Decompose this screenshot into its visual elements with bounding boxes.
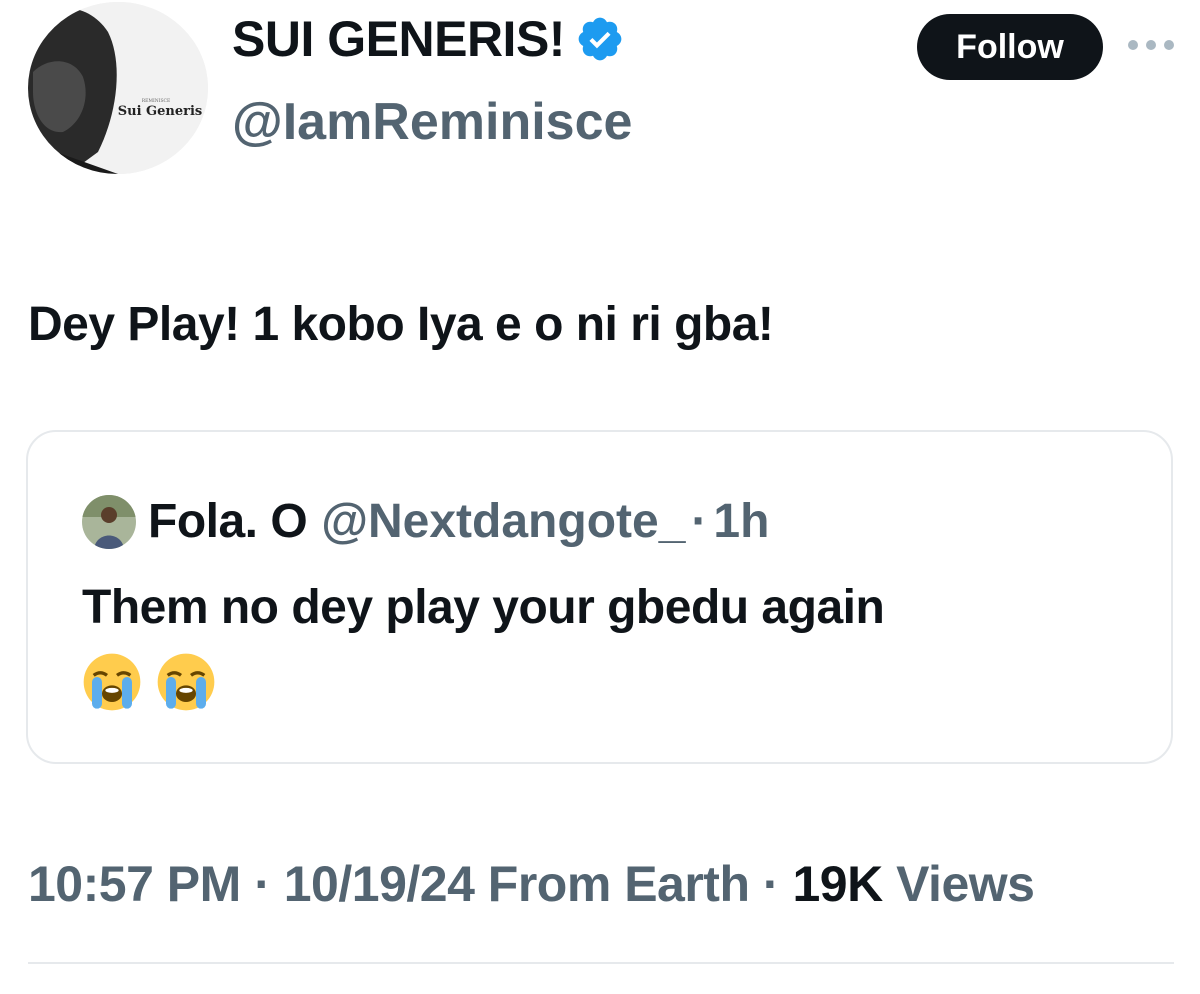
avatar-text: Sui Generis [118,104,203,119]
quoted-author-avatar[interactable] [82,494,136,549]
author-avatar[interactable]: REMINISCE Sui Generis [28,2,208,174]
views-label: Views [896,856,1035,912]
quoted-tweet-text-block: Them no dey play your gbedu again [82,572,1132,716]
verified-badge-icon[interactable] [575,14,625,64]
follow-button[interactable]: Follow [917,14,1103,80]
author-display-name[interactable]: SUI GENERIS! [232,14,565,64]
tweet-text: Dey Play! 1 kobo Iya e o ni ri gba! [28,298,774,351]
views-count[interactable]: 19K [792,856,883,912]
quoted-handle[interactable]: @Nextdangote_ [321,494,685,549]
tweet-source: From Earth [487,856,750,912]
more-options-icon[interactable] [1128,30,1174,60]
quoted-separator: · [691,495,708,548]
author-handle[interactable]: @IamReminisce [232,96,632,148]
quoted-tweet-header: Fola. O @Nextdangote_ · 1h [82,494,769,549]
quoted-tweet-text: Them no dey play your gbedu again [82,581,885,634]
meta-separator: · [762,856,780,912]
loudly-crying-face-icon [83,653,141,711]
tweet-date[interactable]: 10/19/24 [284,856,475,912]
tweet-meta: 10:57 PM · 10/19/24 From Earth · 19K Vie… [28,846,1168,924]
quoted-tweet[interactable]: Fola. O @Nextdangote_ · 1h Them no dey p… [26,430,1173,764]
avatar-image: REMINISCE Sui Generis [28,2,208,174]
tweet-time[interactable]: 10:57 PM [28,856,241,912]
quoted-display-name[interactable]: Fola. O [148,494,308,549]
author-name-row: SUI GENERIS! [232,14,625,64]
quoted-timestamp[interactable]: 1h [713,494,769,549]
divider [28,962,1174,964]
loudly-crying-face-icon [157,653,215,711]
meta-separator: · [254,856,271,912]
